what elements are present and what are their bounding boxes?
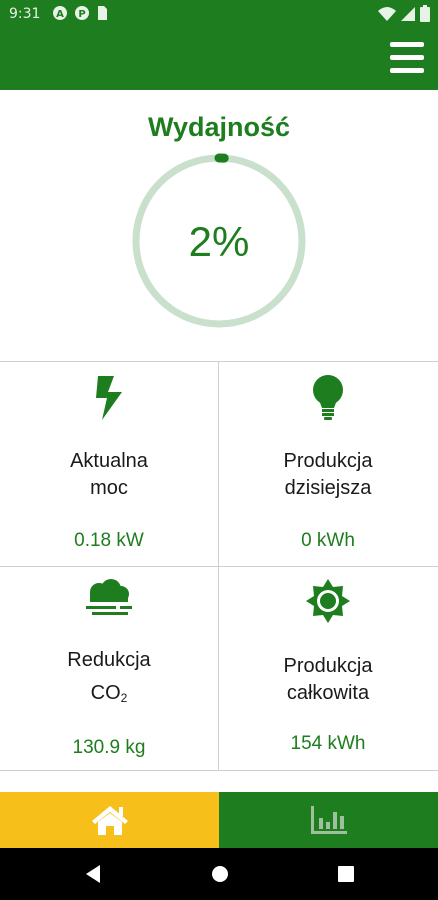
battery-icon [420,5,430,22]
lightning-bolt-icon [96,376,122,420]
tile-label-line1: Produkcja [283,450,373,472]
home-circle-icon[interactable] [210,864,230,884]
sim-icon [98,6,107,20]
light-bulb-icon [313,375,343,420]
tile-production-total[interactable]: Produkcja całkowita 154 kWh [219,567,437,771]
tile-label-subscript: 2 [120,691,128,705]
efficiency-section: Wydajność 2% [0,90,438,362]
bottom-nav [0,792,438,848]
wifi-icon [378,6,396,21]
tile-current-power[interactable]: Aktualna moc 0.18 kW [0,362,218,566]
recents-icon[interactable] [337,865,355,883]
tile-label-line2: dzisiejsza [284,477,372,499]
tile-label-line1: Redukcja [67,649,151,671]
home-icon [91,806,128,835]
status-bar: 9:31 A P [0,0,438,30]
tile-value: 0 kWh [301,530,355,551]
signal-icon [401,6,415,21]
cloud-icon [86,579,132,615]
tile-label-line2: moc [90,477,128,499]
tile-value: 0.18 kW [74,530,144,551]
sun-icon [306,579,350,623]
system-nav-bar [0,848,438,900]
tile-value: 154 kWh [290,733,366,754]
nav-stats-tab[interactable] [219,792,438,848]
tile-label-line2: całkowita [286,682,370,704]
app-bar [0,30,438,90]
hamburger-menu-icon[interactable] [390,42,424,74]
efficiency-title: Wydajność [147,112,291,142]
tile-label-line1: Aktualna [70,450,148,472]
back-icon[interactable] [84,864,102,884]
tile-label-co: CO [90,682,121,704]
bar-chart-icon [310,806,347,834]
tile-production-today[interactable]: Produkcja dzisiejsza 0 kWh [219,362,437,566]
svg-text:P: P [78,9,85,20]
tile-label-line1: Produkcja [283,655,373,677]
tile-co2-reduction[interactable]: Redukcja CO2 130.9 kg [0,567,218,771]
p-circle-icon: P [75,6,89,20]
a-circle-icon: A [53,6,67,20]
tile-value: 130.9 kg [72,737,146,758]
stats-grid: Aktualna moc 0.18 kW Produkcja dzisiejsz… [0,361,438,771]
efficiency-value: 2% [188,218,250,265]
nav-home-tab[interactable] [0,792,219,848]
svg-text:A: A [56,9,64,20]
status-time: 9:31 [9,6,41,22]
